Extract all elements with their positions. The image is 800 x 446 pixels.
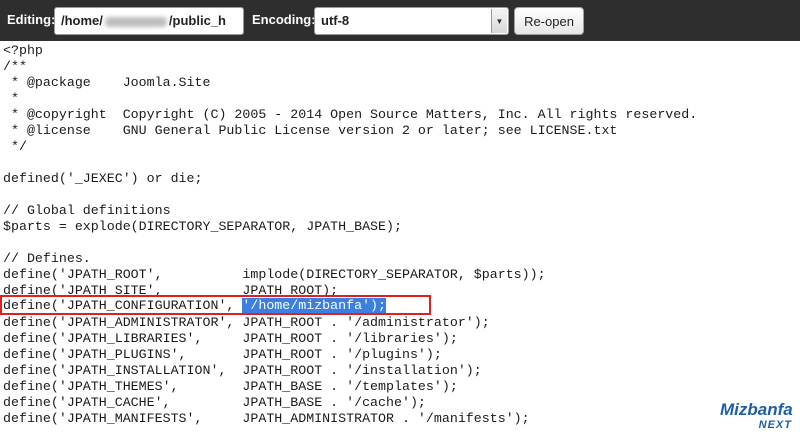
code-line: define('JPATH_INSTALLATION', JPATH_ROOT … — [3, 363, 482, 378]
code-line: define('JPATH_MANIFESTS', JPATH_ADMINIST… — [3, 411, 530, 426]
code-line: <?php — [3, 43, 43, 58]
logo-brand: Mizbanfa — [720, 400, 793, 419]
reopen-button[interactable]: Re-open — [514, 7, 584, 35]
code-line: /** — [3, 59, 27, 74]
code-line: define('JPATH_PLUGINS', JPATH_ROOT . '/p… — [3, 347, 442, 362]
path-prefix: /home/ — [61, 13, 103, 28]
encoding-select[interactable]: utf-8 ▼ — [314, 7, 509, 35]
code-line: * @license GNU General Public License ve… — [3, 123, 618, 138]
code-line: define('JPATH_ADMINISTRATOR', JPATH_ROOT… — [3, 315, 490, 330]
code-line: * @package Joomla.Site — [3, 75, 211, 90]
dropdown-arrow-icon[interactable]: ▼ — [491, 9, 507, 33]
path-suffix: /public_h — [168, 13, 226, 28]
code-line: define('JPATH_CACHE', JPATH_BASE . '/cac… — [3, 395, 426, 410]
code-editor[interactable]: <?php /** * @package Joomla.Site * * @co… — [0, 41, 800, 446]
editing-label: Editing: — [7, 12, 56, 27]
code-line: defined('_JEXEC') or die; — [3, 171, 203, 186]
mizbanfa-logo: Mizbanfa NEXT — [720, 400, 796, 440]
encoding-value: utf-8 — [321, 13, 350, 28]
code-line: define('JPATH_THEMES', JPATH_BASE . '/te… — [3, 379, 458, 394]
editor-toolbar: Editing: /home/ /public_h Encoding: utf-8… — [0, 0, 800, 41]
code-line: // Global definitions — [3, 203, 171, 218]
code-line: */ — [3, 139, 27, 154]
code-line: * @copyright Copyright (C) 2005 - 2014 O… — [3, 107, 698, 122]
file-path-field[interactable]: /home/ /public_h — [54, 7, 244, 35]
code-line: $parts = explode(DIRECTORY_SEPARATOR, JP… — [3, 219, 402, 234]
code-line: define('JPATH_LIBRARIES', JPATH_ROOT . '… — [3, 331, 458, 346]
code-line: // Defines. — [3, 251, 91, 266]
code-line: define('JPATH_ROOT', implode(DIRECTORY_S… — [3, 267, 546, 282]
redacted-username — [104, 16, 167, 27]
encoding-label: Encoding: — [252, 12, 316, 27]
logo-sub: NEXT — [758, 419, 792, 431]
highlight-box — [0, 295, 431, 315]
code-line: * — [3, 91, 19, 106]
